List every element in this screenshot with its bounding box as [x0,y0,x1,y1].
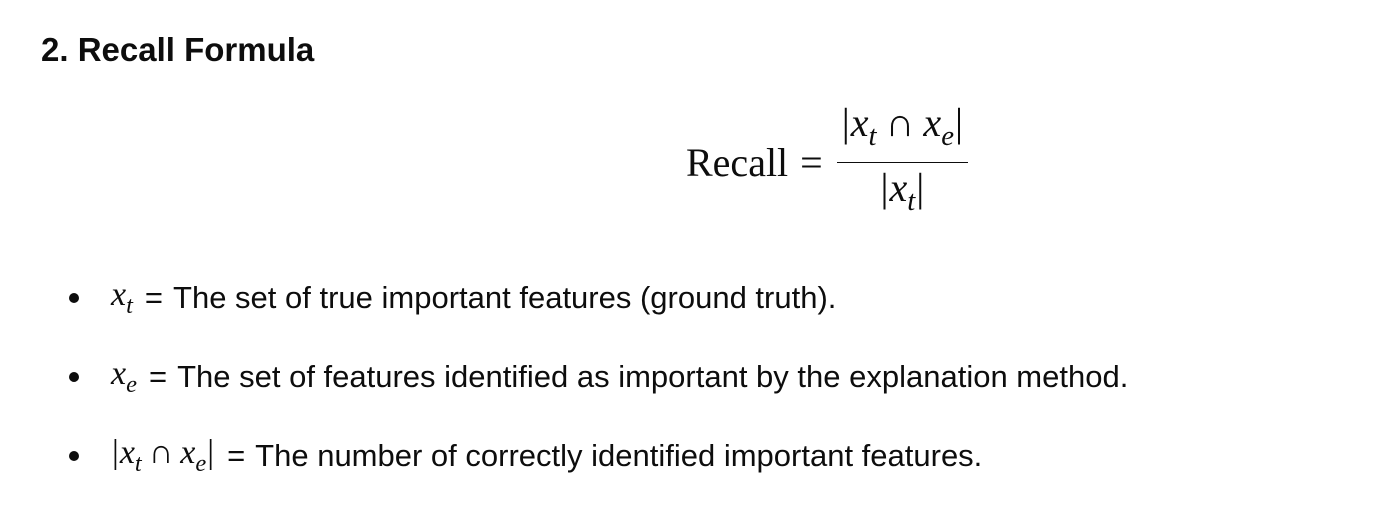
definition-text: The number of correctly identified impor… [255,437,983,473]
definition-text: The set of true important features (grou… [173,279,837,315]
list-item: |xt ∩ xe| = The number of correctly identi… [0,416,1396,495]
var-x: x [923,100,942,146]
subscript-t: t [134,449,142,477]
symbol-x-t: xt [111,276,133,320]
subscript-t: t [126,291,133,319]
abs-bar-left: | [841,100,850,146]
definition-text: The set of features identified as import… [177,358,1129,394]
symbol-intersection-count: |xt ∩ xe| [111,434,215,478]
intersection-operator: ∩ [148,433,174,471]
var-x: x [889,164,908,210]
subscript-e: e [126,370,137,398]
abs-bar-left: | [880,164,889,210]
recall-formula: Recall = |xt ∩ xe| |xt| [686,100,968,220]
var-x: x [111,354,127,392]
bullet-dot [69,371,79,382]
abs-bar-right: | [207,433,215,471]
intersection-operator: ∩ [885,100,915,146]
var-x: x [850,100,869,146]
equals-sign: = [227,437,246,473]
formula-equals-sign: = [800,139,823,185]
formula-numerator: |xt ∩ xe| [837,100,968,161]
formula-lhs: Recall [686,139,789,185]
subscript-t: t [868,120,877,153]
formula-fraction: |xt ∩ xe| |xt| [836,100,968,224]
section-heading: 2. Recall Formula [41,31,315,68]
symbol-x-e: xe [111,355,137,399]
var-x: x [119,433,135,471]
list-item: xe = The set of features identified as i… [0,337,1396,416]
var-x: x [180,433,196,471]
var-x: x [111,275,127,313]
abs-bar-right: | [916,164,925,210]
bullet-dot [69,450,79,461]
list-item: xt = The set of true important features … [0,258,1396,337]
abs-bar-right: | [954,100,963,146]
subscript-e: e [941,120,954,153]
bullet-dot [69,292,79,303]
subscript-e: e [195,449,207,477]
definition-list: xt = The set of true important features … [0,258,1396,495]
formula-denominator: |xt| [879,163,925,224]
abs-bar-left: | [112,433,119,471]
equals-sign: = [144,279,164,315]
subscript-t: t [907,184,916,217]
equals-sign: = [148,358,168,394]
